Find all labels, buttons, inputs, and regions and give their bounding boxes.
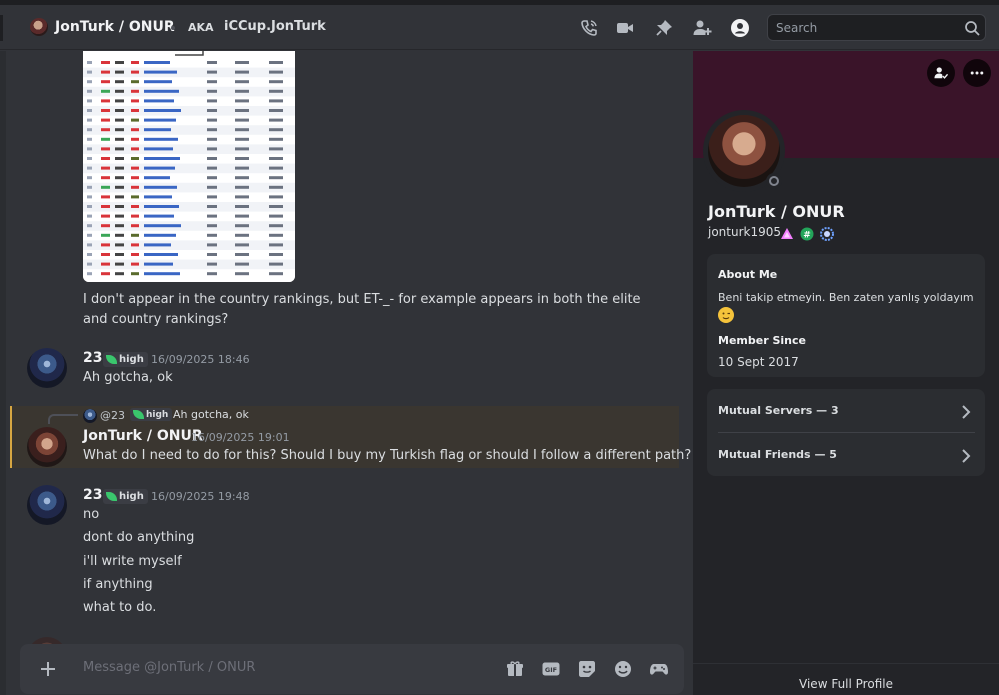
message-author[interactable]: 23 <box>83 350 102 366</box>
user-avatar[interactable] <box>27 427 67 467</box>
rank-row-graphic <box>83 221 295 231</box>
rank-row-graphic <box>83 163 295 174</box>
dm-header: JonTurk / ONUR AKA iCCup.JonTurk Search <box>0 5 999 50</box>
member-since-title: Member Since <box>718 334 806 347</box>
left-divider <box>0 51 6 695</box>
leaf-icon <box>106 492 117 501</box>
clan-tag[interactable]: high <box>103 352 148 367</box>
aka-label: AKA <box>188 21 214 34</box>
message-text: i'll write myself <box>83 554 182 569</box>
rank-row-graphic <box>83 202 295 212</box>
rank-row-graphic <box>83 240 295 250</box>
member-since-date: 10 Sept 2017 <box>718 355 799 369</box>
about-me-text-block: Beni takip etmeyin. Ben zaten yanlış yol… <box>718 289 974 323</box>
gift-icon[interactable] <box>505 659 525 679</box>
message-text: what to do. <box>83 600 157 615</box>
about-me-title: About Me <box>718 268 778 281</box>
rank-row-graphic <box>83 182 295 193</box>
user-profile-icon[interactable] <box>730 18 750 38</box>
mutual-friends-row[interactable]: Mutual Friends — 5 <box>718 448 837 461</box>
search-box[interactable]: Search <box>767 14 986 41</box>
chat-area: I don't appear in the country rankings, … <box>0 51 693 695</box>
reply-author[interactable]: @23 <box>100 409 125 422</box>
user-avatar[interactable] <box>27 348 67 388</box>
video-call-icon[interactable] <box>615 18 635 38</box>
profile-username: jonturk1905 <box>708 225 782 239</box>
profile-display-name: JonTurk / ONUR <box>708 202 845 221</box>
rank-row-graphic <box>83 67 295 78</box>
rank-row-graphic <box>83 125 295 135</box>
reply-avatar[interactable] <box>83 409 97 423</box>
chevron-right-icon[interactable] <box>961 404 971 419</box>
rank-row-graphic <box>83 86 295 97</box>
sticker-icon[interactable] <box>577 659 597 679</box>
reply-preview[interactable]: Ah gotcha, ok <box>173 408 249 421</box>
message-text: dont do anything <box>83 530 195 545</box>
user-avatar[interactable] <box>27 485 67 525</box>
hashtag-badge-icon[interactable]: # <box>800 226 814 241</box>
message-timestamp: 16/09/2025 19:01 <box>191 431 290 444</box>
server-booster-badge-icon[interactable] <box>820 226 834 241</box>
about-me-card: About Me Beni takip etmeyin. Ben zaten y… <box>707 254 985 377</box>
reply-clan-tag: high <box>130 408 173 421</box>
message-composer[interactable]: Message @JonTurk / ONUR GIF <box>20 644 684 694</box>
more-options-button[interactable] <box>963 59 991 87</box>
aka-name: iCCup.JonTurk <box>224 19 326 34</box>
clan-tag-label: high <box>119 354 144 365</box>
gif-icon[interactable]: GIF <box>541 659 561 679</box>
add-attachment-icon[interactable] <box>36 657 60 681</box>
phone-call-icon[interactable] <box>579 18 599 38</box>
rankings-image-attachment[interactable] <box>83 51 295 282</box>
profile-footer: View Full Profile <box>693 663 999 695</box>
more-dots-icon <box>970 71 984 75</box>
message-text: if anything <box>83 577 153 592</box>
pin-icon[interactable] <box>654 18 674 38</box>
dm-avatar[interactable] <box>30 18 48 36</box>
clan-tag-label: high <box>119 491 144 502</box>
reply-connector <box>48 414 78 424</box>
profile-panel: JonTurk / ONUR jonturk1905 # About Me Be… <box>693 51 999 695</box>
chevron-right-icon[interactable] <box>961 448 971 463</box>
dm-title[interactable]: JonTurk / ONUR <box>55 19 175 35</box>
leaf-icon <box>106 355 117 364</box>
apps-icon[interactable] <box>649 659 669 679</box>
offline-status-icon <box>766 173 782 189</box>
mutuals-card: Mutual Servers — 3 Mutual Friends — 5 <box>707 389 985 476</box>
emoji-icon[interactable] <box>613 659 633 679</box>
view-full-profile-link[interactable]: View Full Profile <box>693 677 999 691</box>
reply-clan-tag-label: high <box>146 409 169 420</box>
rank-row-graphic <box>83 259 295 270</box>
mutuals-divider <box>718 432 975 433</box>
friend-check-icon <box>934 67 948 79</box>
message-author[interactable]: JonTurk / ONUR <box>83 428 203 444</box>
left-edge <box>0 15 3 41</box>
leaf-icon <box>133 410 144 419</box>
rankings-table-image <box>83 51 295 282</box>
mutual-servers-row[interactable]: Mutual Servers — 3 <box>718 404 839 417</box>
add-friend-icon[interactable] <box>692 18 712 38</box>
message-text: What do I need to do for this? Should I … <box>83 448 692 463</box>
separator-dot <box>171 26 175 30</box>
profile-avatar[interactable] <box>703 110 785 192</box>
rank-row-graphic <box>83 106 295 116</box>
svg-text:#: # <box>803 231 811 241</box>
winking-face-icon <box>718 307 734 323</box>
search-icon[interactable] <box>964 20 980 36</box>
message-input[interactable]: Message @JonTurk / ONUR <box>83 660 255 675</box>
message-text: I don't appear in the country rankings, … <box>83 292 641 327</box>
nitro-badge-icon[interactable] <box>780 226 794 240</box>
message-text: no <box>83 507 100 522</box>
svg-text:GIF: GIF <box>545 666 557 674</box>
message-text: Ah gotcha, ok <box>83 370 173 385</box>
about-me-text: Beni takip etmeyin. Ben zaten yanlış yol… <box>718 291 974 304</box>
message-author[interactable]: 23 <box>83 487 102 503</box>
search-placeholder[interactable]: Search <box>776 21 817 35</box>
clan-tag[interactable]: high <box>103 489 148 504</box>
friend-status-button[interactable] <box>927 59 955 87</box>
message-timestamp: 16/09/2025 18:46 <box>151 353 250 366</box>
rank-row-graphic <box>83 144 295 154</box>
message-timestamp: 16/09/2025 19:48 <box>151 490 250 503</box>
